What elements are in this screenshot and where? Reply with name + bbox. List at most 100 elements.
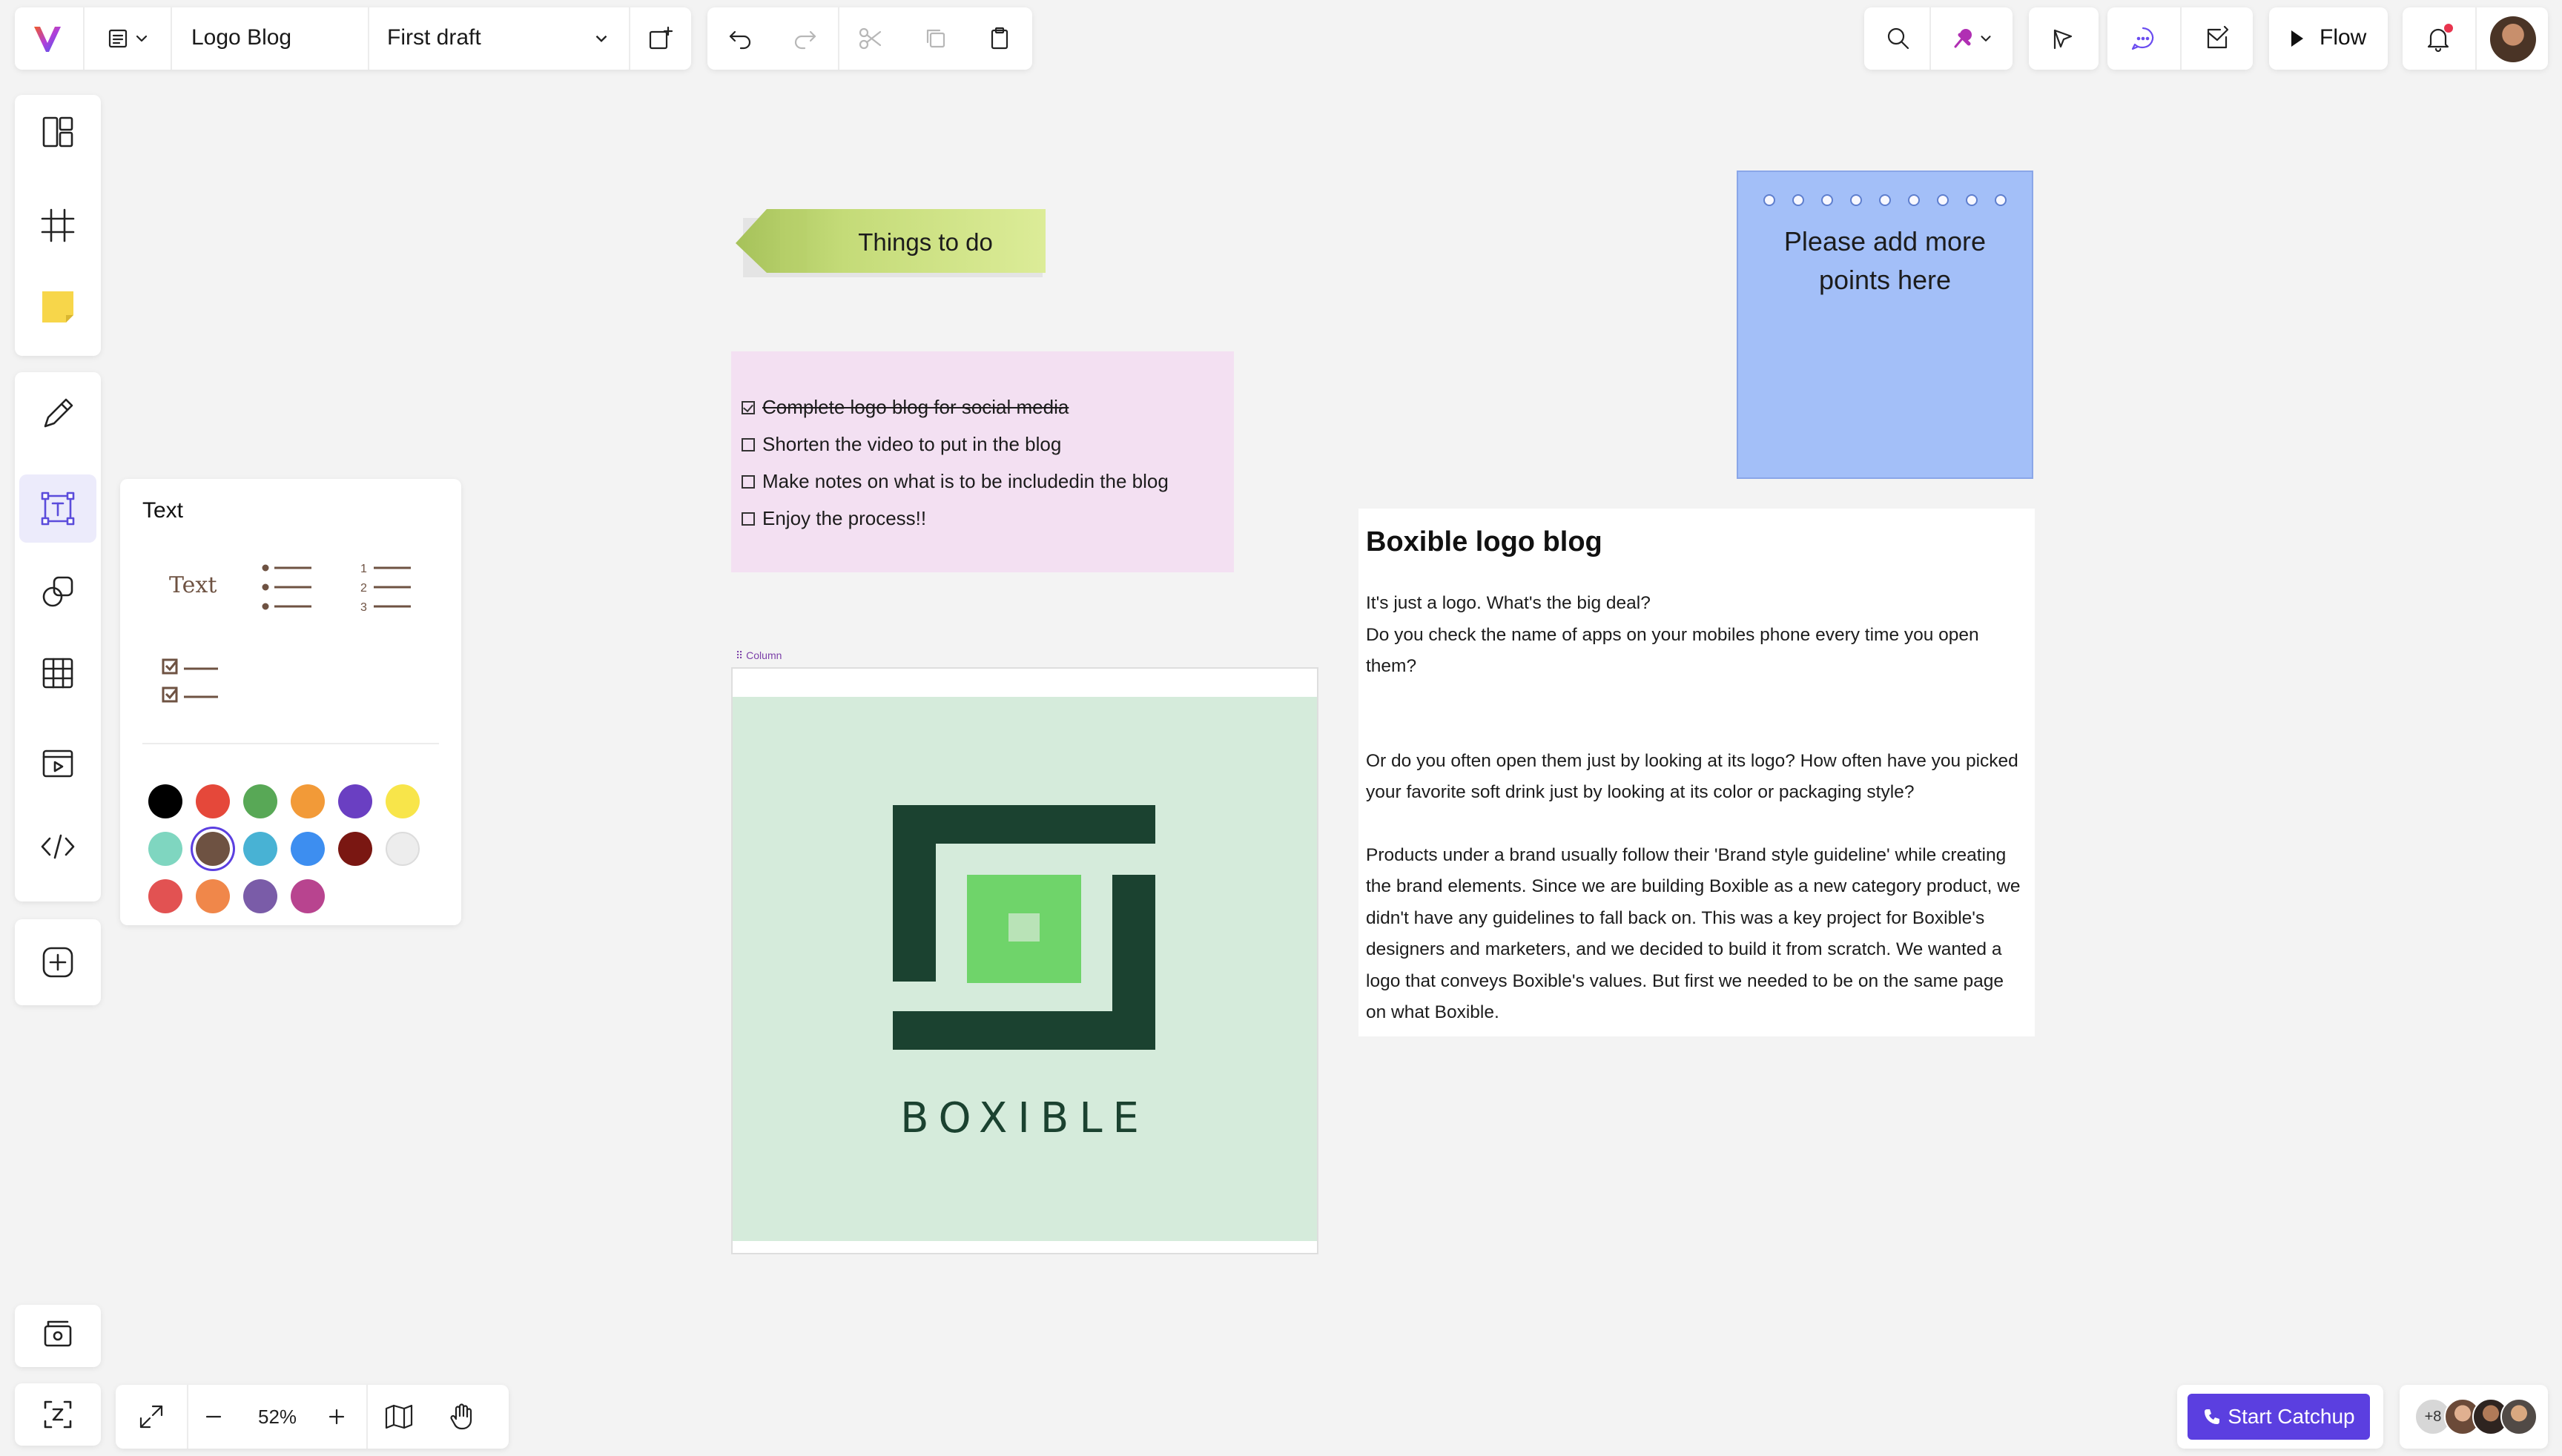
color-swatch[interactable] (196, 832, 230, 866)
follow-cursor-icon[interactable] (2041, 19, 2085, 58)
todo-item[interactable]: Make notes on what is to be includedin t… (742, 470, 1169, 493)
color-swatch[interactable] (291, 784, 325, 818)
left-rail-group-1 (15, 95, 101, 356)
svg-text:2: 2 (360, 582, 367, 595)
drag-handle-icon[interactable]: ⠿ (736, 649, 743, 661)
document-menu-icon[interactable] (95, 19, 162, 58)
present-icon[interactable] (19, 1302, 96, 1370)
phone-icon (2205, 1409, 2220, 1424)
minimap-icon[interactable] (377, 1397, 421, 1437)
zoom-toolbar: 52% (116, 1385, 509, 1449)
zoom-level[interactable]: 52% (258, 1406, 297, 1429)
logo-wordmark: BOXIBLE (900, 1094, 1149, 1142)
catchup-panel: Start Catchup (2177, 1385, 2383, 1449)
todo-item[interactable]: Complete logo blog for social media (742, 396, 1069, 419)
add-icon[interactable] (19, 928, 96, 996)
hand-pan-icon[interactable] (440, 1397, 485, 1437)
notification-bell-icon[interactable] (2416, 19, 2460, 58)
todo-item-text: Enjoy the process!! (762, 507, 927, 529)
zoom-fit-icon[interactable] (19, 1380, 96, 1449)
color-swatch[interactable] (148, 784, 182, 818)
avatar[interactable] (2500, 1398, 2538, 1435)
color-swatch[interactable] (196, 879, 230, 913)
checkbox-icon[interactable] (742, 512, 755, 526)
svg-text:3: 3 (360, 601, 367, 614)
notification-dot (2444, 24, 2453, 33)
shapes-icon[interactable] (19, 557, 96, 626)
color-swatch[interactable] (338, 784, 372, 818)
blog-text-card[interactable]: Boxible logo blog It's just a logo. What… (1358, 509, 2035, 1036)
redo-icon[interactable] (783, 19, 828, 58)
numbered-list-option[interactable]: 1 2 3 (359, 559, 418, 615)
user-avatar[interactable] (2490, 16, 2536, 62)
numbered-list-icon: 1 2 3 (360, 563, 411, 614)
chevron-down-icon (595, 35, 607, 42)
color-swatch[interactable] (386, 832, 420, 866)
cut-icon[interactable] (848, 19, 893, 58)
color-swatch[interactable] (196, 784, 230, 818)
checklist-option[interactable] (159, 655, 225, 707)
sticky-note-icon[interactable] (19, 273, 96, 341)
blog-paragraph: Do you check the name of apps on your mo… (1366, 624, 1979, 677)
left-rail-add (15, 919, 101, 1005)
copy-icon[interactable] (914, 19, 958, 58)
fullscreen-icon[interactable] (129, 1397, 174, 1437)
draft-name: First draft (387, 25, 481, 50)
svg-text:1: 1 (360, 563, 367, 575)
draft-selector[interactable]: First draft (368, 7, 629, 70)
bullet-list-icon (262, 564, 311, 610)
plain-text-option[interactable]: Text (169, 572, 217, 598)
search-icon[interactable] (1876, 19, 1921, 58)
todo-item-text: Make notes on what is to be includedin t… (762, 470, 1169, 492)
undo-icon[interactable] (718, 19, 762, 58)
todo-list-card[interactable]: Complete logo blog for social media Shor… (731, 351, 1234, 572)
color-swatch[interactable] (243, 879, 277, 913)
todo-item[interactable]: Shorten the video to put in the blog (742, 433, 1061, 456)
app-logo-icon[interactable] (28, 19, 67, 58)
embed-code-icon[interactable] (19, 813, 96, 881)
text-tool-icon[interactable] (19, 474, 96, 543)
share-icon[interactable] (2195, 19, 2239, 58)
zoom-in-icon[interactable] (316, 1397, 357, 1437)
color-swatch[interactable] (386, 784, 420, 818)
color-swatch[interactable] (338, 832, 372, 866)
things-to-do-tag[interactable]: Things to do (736, 209, 1046, 277)
presenter-toolbar (2029, 7, 2099, 70)
notepad-sticky[interactable]: Please add more points here (1737, 171, 2033, 479)
chevron-down-icon (136, 35, 148, 42)
color-swatch[interactable] (148, 832, 182, 866)
left-rail-bottom (15, 1305, 101, 1367)
templates-icon[interactable] (19, 98, 96, 166)
document-title[interactable]: Logo Blog (191, 25, 291, 50)
comment-icon[interactable] (2121, 19, 2165, 58)
frame-icon[interactable] (19, 191, 96, 259)
checkbox-icon[interactable] (742, 437, 755, 451)
color-swatch[interactable] (243, 784, 277, 818)
color-swatch[interactable] (291, 832, 325, 866)
start-catchup-button[interactable]: Start Catchup (2188, 1394, 2370, 1440)
zoom-out-icon[interactable] (193, 1397, 234, 1437)
pin-icon[interactable] (1938, 19, 2005, 58)
checkbox-checked-icon[interactable] (742, 400, 755, 414)
todo-item[interactable]: Enjoy the process!! (742, 507, 926, 530)
bullet-list-option[interactable] (260, 559, 319, 615)
color-swatch[interactable] (291, 879, 325, 913)
table-icon[interactable] (19, 639, 96, 707)
start-catchup-label: Start Catchup (2228, 1405, 2355, 1428)
pen-icon[interactable] (19, 380, 96, 448)
account-toolbar (2403, 7, 2548, 70)
todo-item-text: Complete logo blog for social media (762, 396, 1069, 418)
new-page-icon[interactable] (638, 19, 682, 58)
paste-icon[interactable] (977, 19, 1022, 58)
collab-toolbar (2107, 7, 2253, 70)
logo-image[interactable]: BOXIBLE (733, 697, 1317, 1241)
play-icon (2291, 30, 2303, 47)
things-to-do-label: Things to do (858, 228, 993, 256)
column-container[interactable]: BOXIBLE (731, 667, 1318, 1254)
media-icon[interactable] (19, 729, 96, 798)
color-swatch[interactable] (148, 879, 182, 913)
blog-paragraph: Or do you often open them just by lookin… (1366, 750, 2018, 803)
checkbox-icon[interactable] (742, 474, 755, 489)
color-swatch[interactable] (243, 832, 277, 866)
flow-button[interactable]: Flow (2269, 7, 2388, 70)
